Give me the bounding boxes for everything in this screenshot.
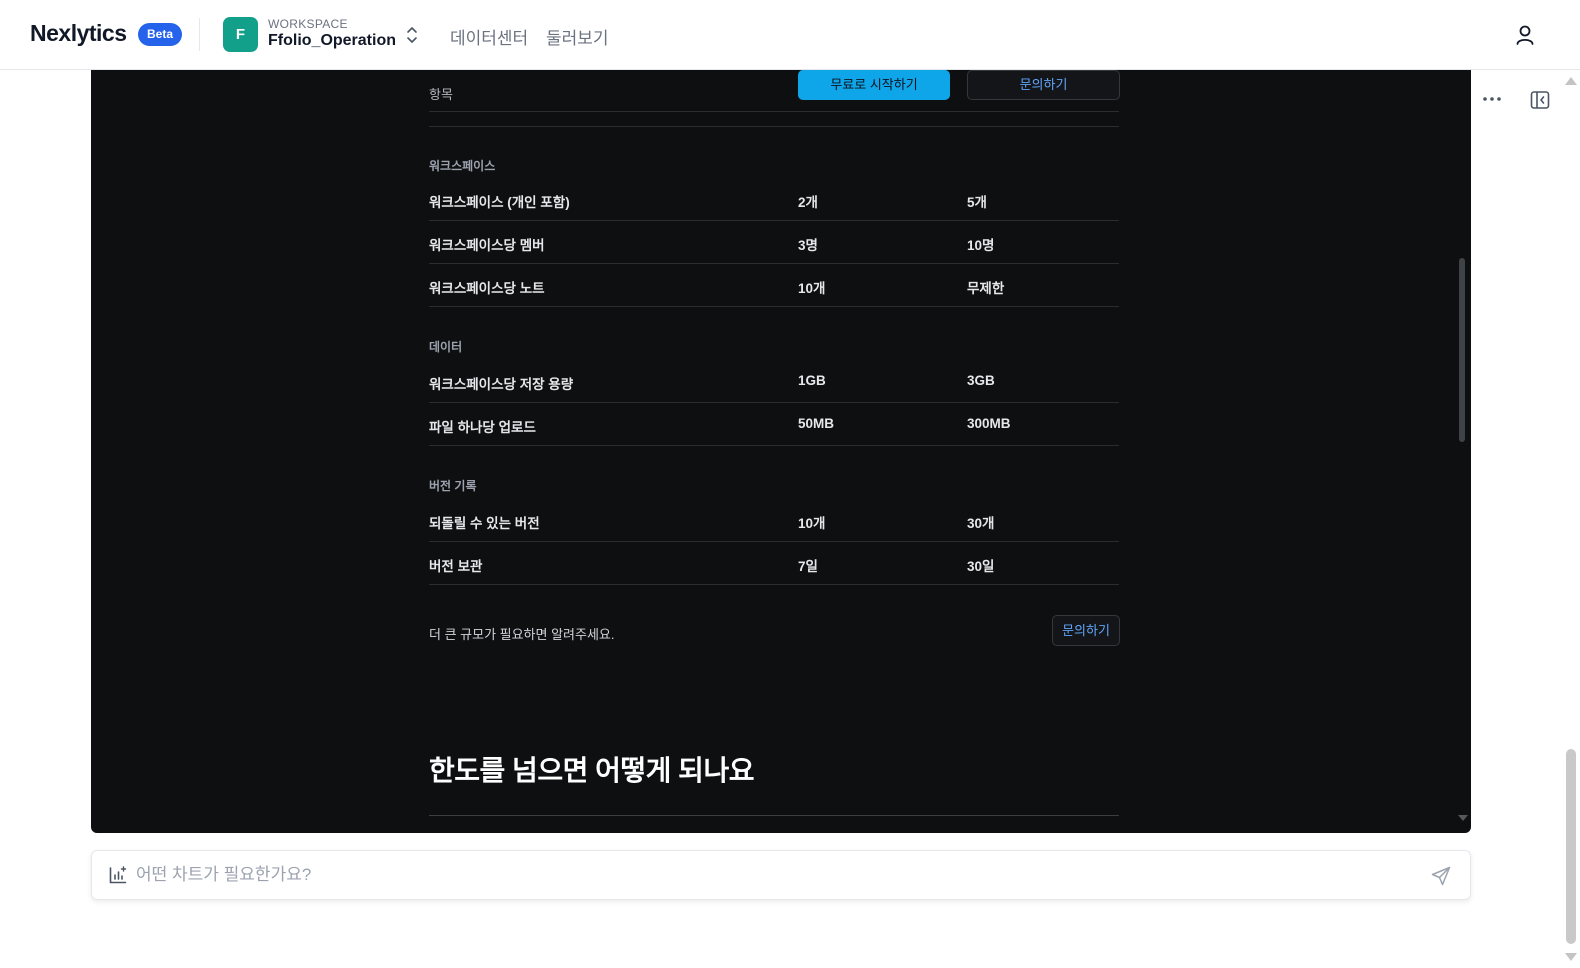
top-navigation-bar: Nexlytics Beta F WORKSPACE Ffolio_Operat… xyxy=(0,0,1580,70)
send-icon[interactable] xyxy=(1430,865,1452,887)
section-title-data: 데이터 xyxy=(429,340,463,354)
row-item-label: 워크스페이스당 저장 용량 xyxy=(429,377,574,392)
row-item-label: 워크스페이스 (개인 포함) xyxy=(429,195,570,210)
table-row: 되돌릴 수 있는 버전 10개 30개 xyxy=(429,499,1119,542)
user-icon[interactable] xyxy=(1512,22,1538,48)
table-row: 워크스페이스 (개인 포함) 2개 5개 xyxy=(429,178,1119,221)
row-free-value: 10개 xyxy=(798,516,826,531)
row-free-value: 2개 xyxy=(798,195,818,210)
nav-link-explore[interactable]: 둘러보기 xyxy=(546,24,609,49)
enterprise-note: 더 큰 규모가 필요하면 알려주세요. xyxy=(429,627,615,642)
column-header-item: 항목 xyxy=(429,87,453,102)
row-item-label: 워크스페이스당 멤버 xyxy=(429,238,545,253)
embedded-pricing-page[interactable]: 항목 무료로 시작하기 문의하기 워크스페이스 워크스페이스 (개인 포함) 2… xyxy=(91,70,1471,833)
row-item-label: 워크스페이스당 노트 xyxy=(429,281,545,296)
row-pro-value: 3GB xyxy=(967,373,995,388)
row-pro-value: 5개 xyxy=(967,195,987,210)
nav-divider xyxy=(199,18,200,51)
start-free-button[interactable]: 무료로 시작하기 xyxy=(798,70,950,100)
row-pro-value: 무제한 xyxy=(967,281,1005,296)
chevron-up-down-icon[interactable] xyxy=(404,25,420,45)
sidebar-collapse-icon[interactable] xyxy=(1529,89,1551,111)
app-logo[interactable]: Nexlytics xyxy=(30,20,127,47)
row-free-value: 7일 xyxy=(798,559,818,574)
workspace-name[interactable]: Ffolio_Operation xyxy=(268,32,396,50)
row-free-value: 50MB xyxy=(798,416,835,431)
table-row: 워크스페이스당 멤버 3명 10명 xyxy=(429,221,1119,264)
nav-link-datacenter[interactable]: 데이터센터 xyxy=(450,24,528,49)
embedded-scroll-down-arrow[interactable] xyxy=(1458,815,1468,821)
row-item-label: 되돌릴 수 있는 버전 xyxy=(429,516,540,531)
chart-prompt-input[interactable] xyxy=(136,860,1406,890)
chart-prompt-box xyxy=(91,850,1471,900)
row-pro-value: 10명 xyxy=(967,238,995,253)
chart-sparkle-icon xyxy=(108,865,128,885)
row-pro-value: 300MB xyxy=(967,416,1011,431)
table-header-row: 항목 무료로 시작하기 문의하기 xyxy=(429,70,1120,112)
row-free-value: 3명 xyxy=(798,238,818,253)
header-divider xyxy=(429,126,1119,127)
table-row: 워크스페이스당 저장 용량 1GB 3GB xyxy=(429,360,1119,403)
enterprise-contact-button[interactable]: 문의하기 xyxy=(1052,615,1120,646)
contact-button[interactable]: 문의하기 xyxy=(967,70,1120,100)
page-scrollbar-thumb[interactable] xyxy=(1566,749,1576,944)
row-free-value: 1GB xyxy=(798,373,826,388)
section-heading-limits: 한도를 넘으면 어떻게 되나요 xyxy=(429,755,754,786)
page-scroll-up-arrow[interactable] xyxy=(1565,77,1577,85)
section-title-workspace: 워크스페이스 xyxy=(429,159,496,173)
beta-badge: Beta xyxy=(138,23,183,46)
table-row: 버전 보관 7일 30일 xyxy=(429,542,1119,585)
row-item-label: 버전 보관 xyxy=(429,559,483,574)
table-row: 워크스페이스당 노트 10개 무제한 xyxy=(429,264,1119,307)
section-title-version-history: 버전 기록 xyxy=(429,479,477,493)
row-item-label: 파일 하나당 업로드 xyxy=(429,420,536,435)
table-row: 파일 하나당 업로드 50MB 300MB xyxy=(429,403,1119,446)
page-scroll-down-arrow[interactable] xyxy=(1565,953,1577,961)
heading-divider xyxy=(429,815,1119,816)
embedded-scrollbar-thumb[interactable] xyxy=(1459,258,1465,442)
row-pro-value: 30개 xyxy=(967,516,995,531)
workspace-label: WORKSPACE xyxy=(268,17,348,31)
row-pro-value: 30일 xyxy=(967,559,995,574)
workspace-avatar[interactable]: F xyxy=(223,17,258,52)
row-free-value: 10개 xyxy=(798,281,826,296)
more-horizontal-icon[interactable] xyxy=(1481,89,1503,109)
